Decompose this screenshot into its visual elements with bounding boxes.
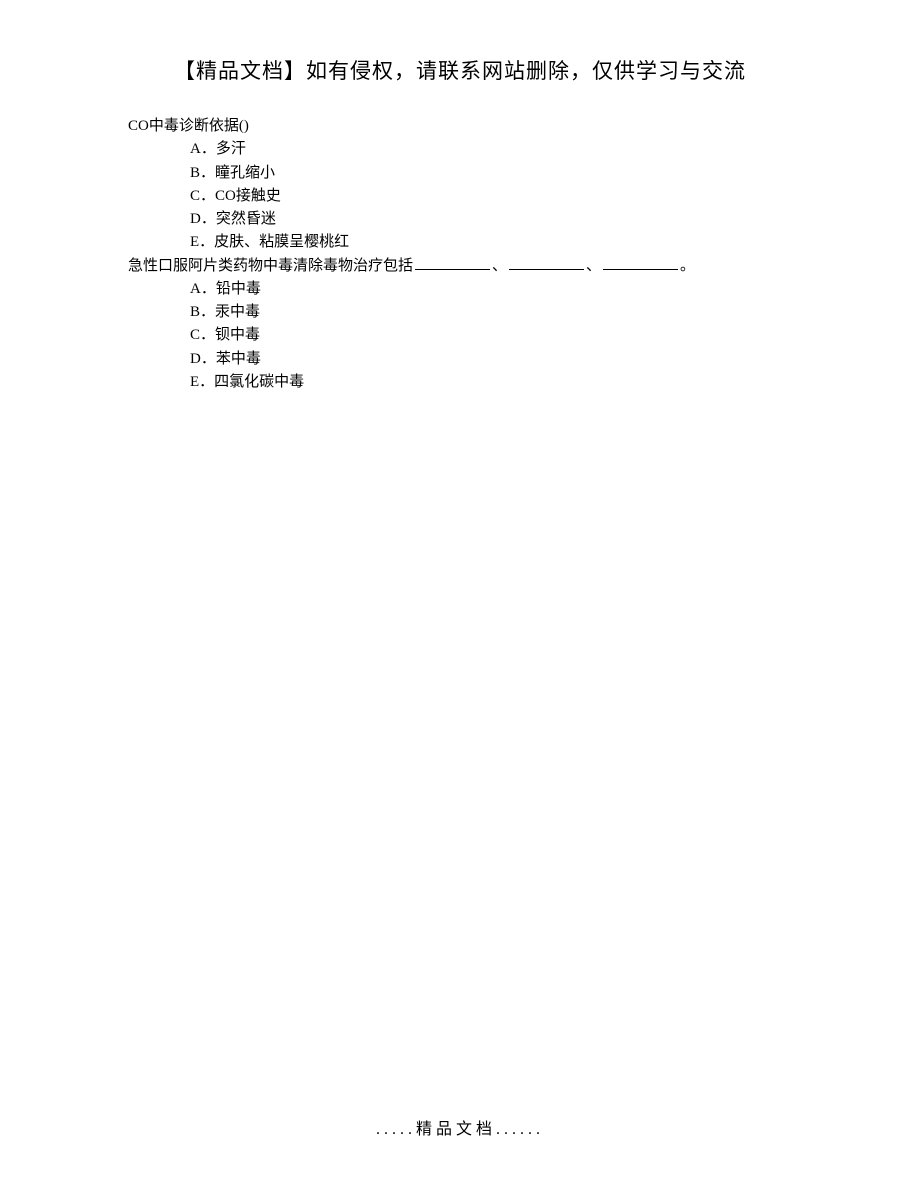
blank-2 xyxy=(509,255,584,270)
question-2-prefix: 急性口服阿片类药物中毒清除毒物治疗包括 xyxy=(128,258,413,274)
question-1: CO中毒诊断依据() A．多汗 B．瞳孔缩小 C．CO接触史 D．突然昏迷 E．… xyxy=(128,115,800,255)
question-2-option-c: C．钡中毒 xyxy=(190,324,800,347)
question-2-suffix: 。 xyxy=(680,258,695,274)
question-2-option-d: D．苯中毒 xyxy=(190,348,800,371)
question-2-option-a: A．铅中毒 xyxy=(190,278,800,301)
page-footer: .....精品文档...... xyxy=(0,1115,920,1139)
question-1-option-d: D．突然昏迷 xyxy=(190,208,800,231)
question-2-option-e: E．四氯化碳中毒 xyxy=(190,371,800,394)
question-1-text: CO中毒诊断依据() xyxy=(128,115,800,138)
question-2-text: 急性口服阿片类药物中毒清除毒物治疗包括 、 、 。 xyxy=(128,255,800,278)
document-content: CO中毒诊断依据() A．多汗 B．瞳孔缩小 C．CO接触史 D．突然昏迷 E．… xyxy=(0,85,920,394)
question-2: 急性口服阿片类药物中毒清除毒物治疗包括 、 、 。 A．铅中毒 B．汞中毒 C．钡中毒… xyxy=(128,255,800,395)
blank-1 xyxy=(415,255,490,270)
page-header: 【精品文档】如有侵权，请联系网站删除，仅供学习与交流 xyxy=(0,0,920,85)
question-1-option-b: B．瞳孔缩小 xyxy=(190,162,800,185)
question-1-option-e: E．皮肤、粘膜呈樱桃红 xyxy=(190,231,800,254)
blank-3 xyxy=(603,255,678,270)
question-1-option-c: C．CO接触史 xyxy=(190,185,800,208)
question-2-sep-2: 、 xyxy=(586,258,601,274)
question-2-option-b: B．汞中毒 xyxy=(190,301,800,324)
question-2-options: A．铅中毒 B．汞中毒 C．钡中毒 D．苯中毒 E．四氯化碳中毒 xyxy=(128,278,800,394)
question-2-sep-1: 、 xyxy=(492,258,507,274)
question-1-options: A．多汗 B．瞳孔缩小 C．CO接触史 D．突然昏迷 E．皮肤、粘膜呈樱桃红 xyxy=(128,138,800,254)
question-1-option-a: A．多汗 xyxy=(190,138,800,161)
